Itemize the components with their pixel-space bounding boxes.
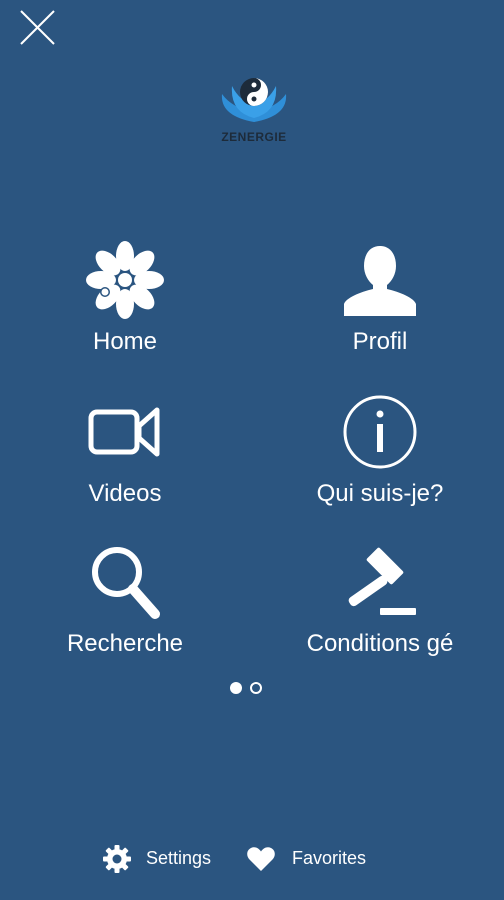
- menu-item-label: Conditions gé: [306, 630, 454, 657]
- menu-item-label: Videos: [88, 480, 162, 507]
- user-silhouette-icon: [344, 246, 416, 316]
- gear-icon: [103, 845, 131, 873]
- logo-text: ZENERGIE: [221, 130, 287, 144]
- heart-icon: [247, 847, 275, 871]
- menu-item-conditions[interactable]: Conditions gé: [280, 542, 480, 662]
- close-icon: [20, 10, 55, 45]
- menu-item-profil[interactable]: Profil: [280, 240, 480, 360]
- video-camera-icon: [88, 407, 160, 457]
- menu-item-label: Profil: [352, 328, 408, 355]
- menu-item-home[interactable]: Home: [25, 240, 225, 360]
- settings-label: Settings: [146, 848, 212, 868]
- menu-item-label: Home: [92, 328, 158, 355]
- menu-item-label: Recherche: [66, 630, 184, 657]
- menu-item-videos[interactable]: Videos: [25, 392, 225, 512]
- lotus-yin-yang-logo-icon: [221, 78, 287, 122]
- app-logo: ZENERGIE: [212, 72, 296, 152]
- menu-item-qui-suis-je[interactable]: Qui suis-je?: [280, 392, 480, 512]
- flower-icon: [86, 241, 164, 319]
- menu-item-recherche[interactable]: Recherche: [25, 542, 225, 662]
- magnifier-icon: [92, 547, 160, 619]
- page-dot-inactive[interactable]: [250, 682, 262, 694]
- page-dot-active[interactable]: [230, 682, 242, 694]
- gavel-icon: [348, 547, 416, 615]
- favorites-button[interactable]: Favorites: [246, 844, 382, 874]
- favorites-label: Favorites: [292, 848, 367, 868]
- settings-button[interactable]: Settings: [102, 844, 226, 874]
- menu-item-label: Qui suis-je?: [316, 480, 444, 507]
- close-button[interactable]: [18, 8, 58, 48]
- info-icon: [343, 395, 417, 469]
- page-indicator: [230, 682, 270, 698]
